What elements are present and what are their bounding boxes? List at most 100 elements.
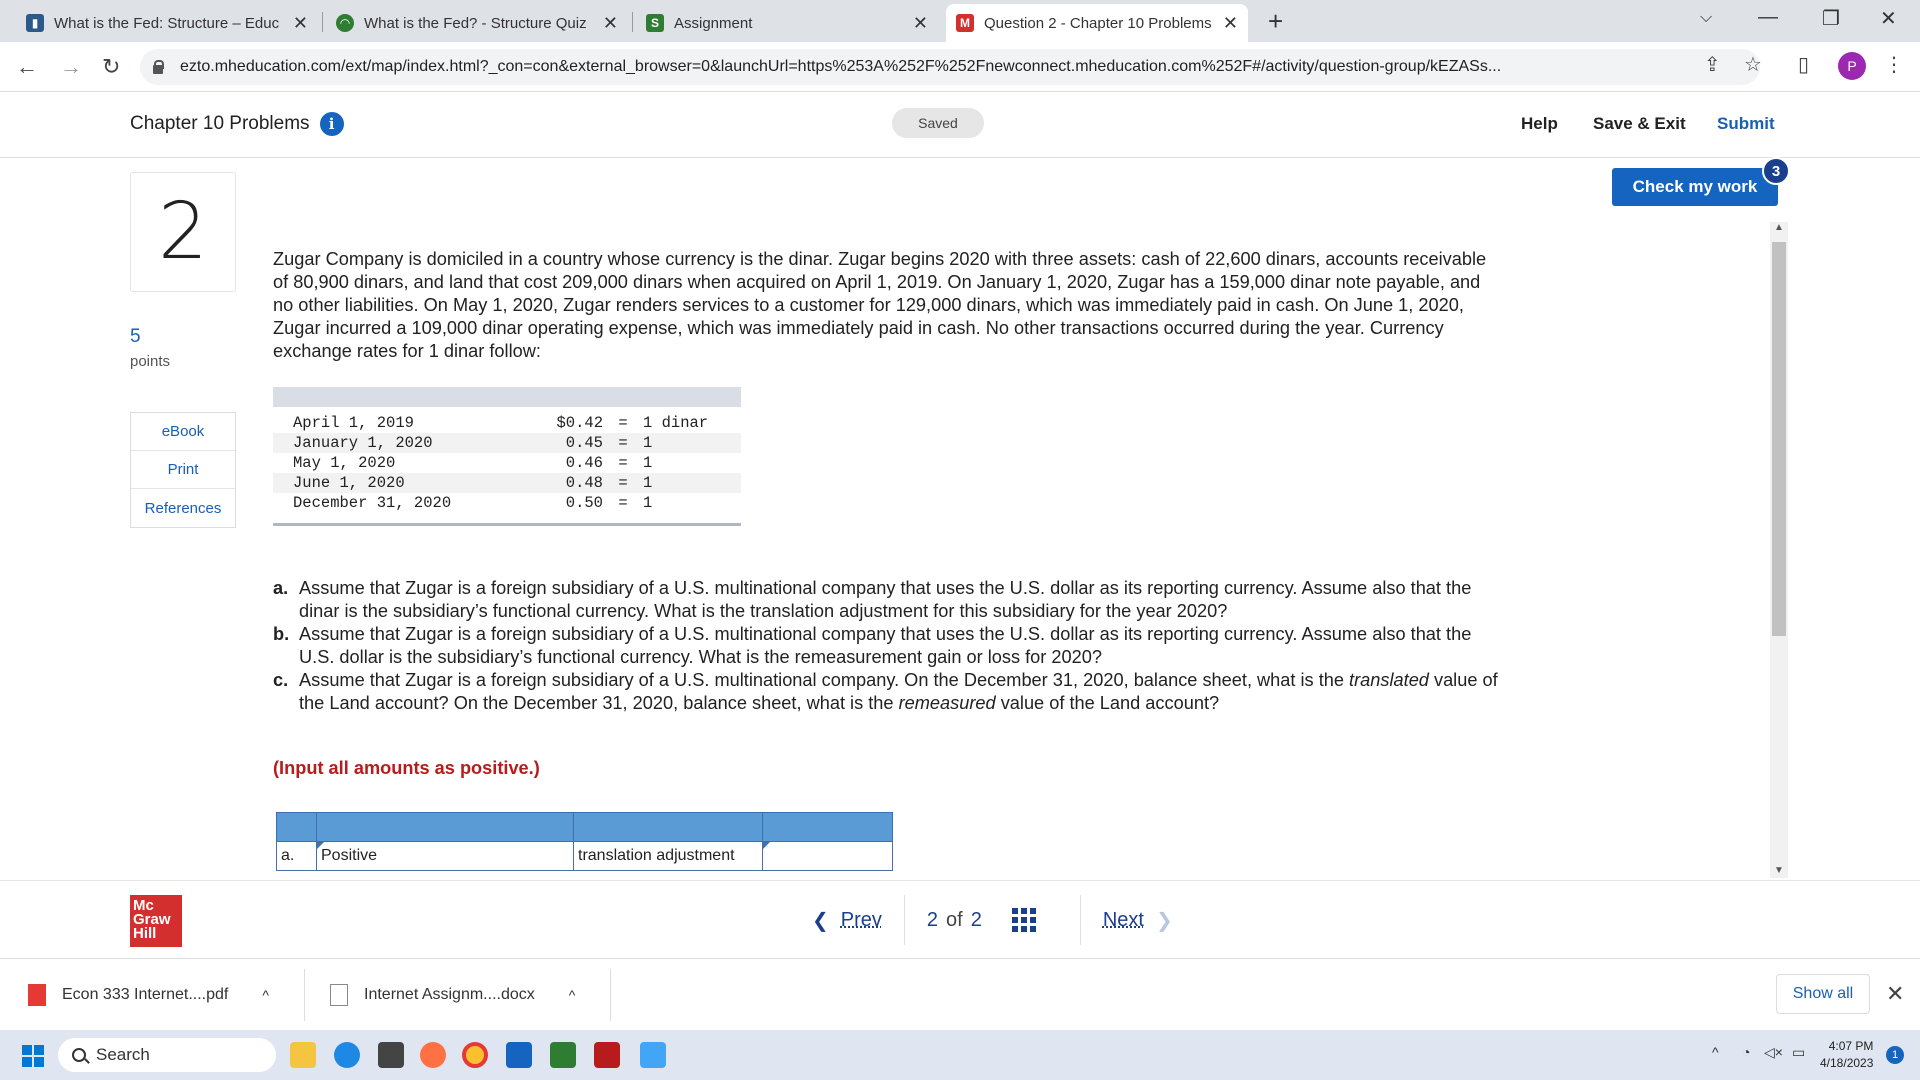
bookmark-star-icon[interactable]: ☆ — [1744, 52, 1762, 77]
firefox-icon[interactable] — [420, 1042, 446, 1068]
edge-icon[interactable] — [334, 1042, 360, 1068]
sidepanel-icon[interactable]: ▯ — [1798, 52, 1809, 77]
rate-equals: = — [618, 434, 628, 452]
clock-time: 4:07 PM — [1828, 1039, 1874, 1053]
saved-status-badge: Saved — [892, 108, 984, 138]
back-arrow-icon[interactable]: ← — [16, 54, 38, 80]
browser-tab-strip: ▮ What is the Fed: Structure – Educ ✕ ◠ … — [0, 0, 1920, 42]
help-link[interactable]: Help — [1521, 114, 1558, 134]
amount-input[interactable] — [762, 841, 893, 871]
scroll-up-icon[interactable]: ▲ — [1774, 222, 1784, 233]
references-button[interactable]: References — [131, 489, 235, 527]
table-row: April 1, 2019 $0.42 = 1 dinar — [273, 413, 741, 433]
notification-badge[interactable]: 1 — [1886, 1046, 1904, 1064]
header-cell — [573, 812, 763, 842]
direction-select[interactable]: Positive — [316, 841, 574, 871]
quiz-favicon-icon: ◠ — [336, 14, 354, 32]
table-row: June 1, 2020 0.48 = 1 — [273, 473, 741, 493]
close-icon[interactable]: ✕ — [293, 13, 308, 34]
calculator-icon[interactable] — [378, 1042, 404, 1068]
save-exit-link[interactable]: Save & Exit — [1593, 114, 1686, 134]
search-label: Search — [96, 1045, 150, 1064]
profile-avatar[interactable]: P — [1838, 52, 1866, 80]
table-row: December 31, 2020 0.50 = 1 — [273, 493, 741, 513]
part-c-emphasis: translated — [1349, 670, 1429, 690]
part-c-post: value of the Land account? — [995, 693, 1220, 713]
acrobat-icon[interactable] — [594, 1042, 620, 1068]
reload-icon[interactable]: ↻ — [102, 54, 120, 80]
chevron-up-icon[interactable]: ^ — [262, 987, 269, 1003]
url-field[interactable]: ezto.mheducation.com/ext/map/index.html?… — [140, 49, 1760, 85]
rate-value: 0.46 — [565, 454, 603, 472]
rate-value: 0.48 — [565, 474, 603, 492]
windows-taskbar: Search ^ ◔ ◁× ▭ 4:07 PM 4/18/2023 1 — [0, 1030, 1920, 1080]
battery-icon[interactable]: ▭ — [1792, 1044, 1805, 1061]
row-label: a. — [276, 841, 317, 871]
assignment-title: Chapter 10 Problems i — [130, 112, 344, 136]
show-all-button[interactable]: Show all — [1776, 974, 1870, 1014]
taskbar-search[interactable]: Search — [58, 1038, 276, 1072]
snipping-tool-icon[interactable] — [640, 1042, 666, 1068]
answer-description: translation adjustment — [573, 841, 763, 871]
file-explorer-icon[interactable] — [290, 1042, 316, 1068]
browser-tab-2[interactable]: ◠ What is the Fed? - Structure Quiz ✕ — [326, 4, 628, 42]
ebook-button[interactable]: eBook — [131, 413, 235, 451]
close-icon[interactable]: ✕ — [1223, 13, 1238, 34]
volume-icon[interactable]: ◁× — [1764, 1044, 1783, 1061]
downloads-bar: Econ 333 Internet....pdf ^ Internet Assi… — [0, 958, 1920, 1030]
download-item-pdf[interactable]: Econ 333 Internet....pdf ^ — [28, 977, 269, 1013]
pdf-file-icon — [28, 984, 46, 1006]
answer-table: a. Positive translation adjustment — [276, 812, 893, 871]
minimize-icon[interactable]: — — [1758, 6, 1778, 29]
browser-tab-4-active[interactable]: M Question 2 - Chapter 10 Problems ✕ — [946, 4, 1248, 42]
rate-value: 0.45 — [565, 434, 603, 452]
scroll-thumb[interactable] — [1772, 242, 1786, 636]
browser-tab-1[interactable]: ▮ What is the Fed: Structure – Educ ✕ — [16, 4, 318, 42]
mcgraw-hill-logo: Mc Graw Hill — [130, 895, 182, 947]
next-button[interactable]: Next ❯ — [1079, 895, 1195, 945]
tab-title: Assignment — [674, 14, 753, 32]
share-icon[interactable]: ⇪ — [1704, 52, 1721, 77]
close-icon[interactable]: ✕ — [913, 13, 928, 34]
chevron-left-icon: ❮ — [812, 909, 829, 932]
scroll-down-icon[interactable]: ▼ — [1774, 865, 1784, 876]
close-window-icon[interactable]: ✕ — [1880, 6, 1897, 31]
select-value: Positive — [321, 847, 378, 864]
taskbar-clock[interactable]: 4:07 PM 4/18/2023 — [1820, 1038, 1873, 1072]
document-file-icon — [330, 984, 348, 1006]
part-c-emphasis: remeasured — [898, 693, 996, 713]
download-item-docx[interactable]: Internet Assignm....docx ^ — [330, 977, 575, 1013]
print-button[interactable]: Print — [131, 451, 235, 489]
restore-icon[interactable]: ❐ — [1822, 6, 1840, 31]
forward-arrow-icon[interactable]: → — [60, 54, 82, 80]
rate-value: 0.50 — [565, 494, 603, 512]
chevron-up-icon[interactable]: ^ — [1712, 1044, 1719, 1060]
close-icon[interactable]: ✕ — [603, 13, 618, 34]
s-favicon-icon: S — [646, 14, 664, 32]
windows-start-icon[interactable] — [22, 1045, 44, 1067]
info-icon[interactable]: i — [319, 112, 344, 136]
grid-view-icon[interactable] — [1011, 908, 1036, 932]
tab-title: What is the Fed? - Structure Quiz — [364, 14, 587, 32]
lock-icon — [152, 60, 164, 74]
tab-separator — [632, 12, 633, 32]
excel-icon[interactable] — [550, 1042, 576, 1068]
close-icon[interactable]: ✕ — [1886, 981, 1904, 1007]
menu-kebab-icon[interactable]: ⋮ — [1884, 52, 1904, 77]
chrome-icon[interactable] — [462, 1042, 488, 1068]
mh-favicon-icon: M — [956, 14, 974, 32]
outlook-icon[interactable] — [506, 1042, 532, 1068]
submit-link[interactable]: Submit — [1717, 114, 1775, 134]
rate-equals: = — [618, 494, 628, 512]
vertical-scrollbar[interactable]: ▲ ▼ — [1770, 222, 1788, 878]
rate-equals: = — [618, 474, 628, 492]
table-row: January 1, 2020 0.45 = 1 — [273, 433, 741, 453]
new-tab-plus-icon[interactable]: + — [1268, 6, 1283, 37]
check-my-work-button[interactable]: Check my work — [1612, 168, 1778, 206]
browser-tab-3[interactable]: S Assignment ✕ — [636, 4, 938, 42]
prev-button[interactable]: ❮ Prev — [790, 895, 905, 945]
wifi-icon[interactable]: ◔ — [1742, 1044, 1750, 1060]
tab-search-chevron-icon[interactable]: ⌵ — [1700, 9, 1712, 27]
chevron-up-icon[interactable]: ^ — [569, 987, 576, 1003]
rate-unit: 1 — [643, 434, 653, 452]
